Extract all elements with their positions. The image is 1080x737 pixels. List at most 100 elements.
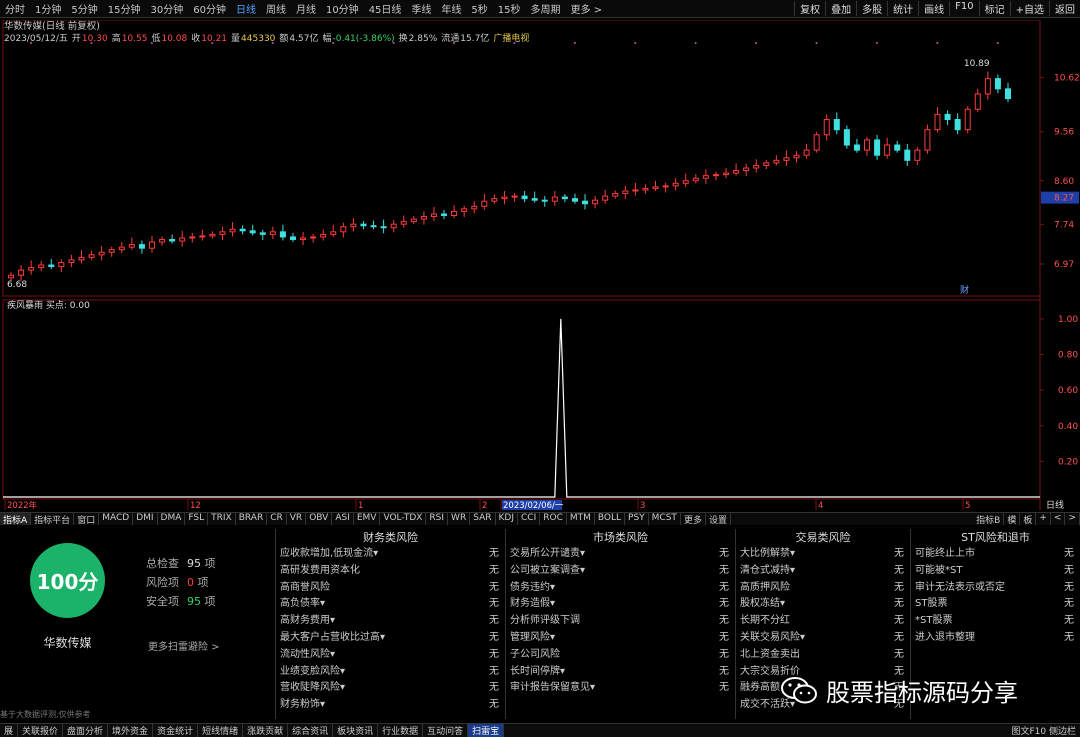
risk-item[interactable]: 交易所公开谴责▾ 无 <box>506 546 735 563</box>
indicator-tab-1[interactable]: 指标平台 <box>31 513 75 526</box>
tool-button-3[interactable]: 统计 <box>887 1 918 16</box>
period-7[interactable]: 周线 <box>261 1 291 16</box>
indicator-tab-13[interactable]: EMV <box>354 513 381 525</box>
indicator-tab-10[interactable]: VR <box>287 513 307 525</box>
footer-tab-4[interactable]: 资金统计 <box>153 724 199 737</box>
indicator-tab-21[interactable]: MTM <box>567 513 595 525</box>
risk-item[interactable]: 高负债率▾ 无 <box>276 596 505 613</box>
period-4[interactable]: 30分钟 <box>145 1 188 16</box>
tool-button-6[interactable]: 标记 <box>978 1 1010 16</box>
period-11[interactable]: 季线 <box>406 1 436 16</box>
risk-item[interactable]: 长期不分红 无 <box>736 613 910 630</box>
indicator-tab-4[interactable]: DMI <box>133 513 158 525</box>
footer-tab-3[interactable]: 境外资金 <box>108 724 154 737</box>
tool-button-7[interactable]: +自选 <box>1009 1 1049 16</box>
period-6[interactable]: 日线 <box>231 1 261 16</box>
indicator-tab-17[interactable]: SAR <box>470 513 496 525</box>
period-8[interactable]: 月线 <box>291 1 321 16</box>
period-16[interactable]: 更多 > <box>566 1 608 16</box>
risk-item[interactable]: 高财务费用▾ 无 <box>276 613 505 630</box>
indicator-tab-3[interactable]: MACD <box>99 513 134 525</box>
indicator-tab-24[interactable]: MCST <box>649 513 681 525</box>
risk-item[interactable]: 财务粉饰▾ 无 <box>276 697 505 714</box>
right-tab-3[interactable]: + <box>1036 513 1051 525</box>
risk-item[interactable]: 公司被立案调查▾ 无 <box>506 563 735 580</box>
period-12[interactable]: 年线 <box>436 1 466 16</box>
chart-area[interactable]: 10.62 9.56 8.60 8.27 7.74 6.97 1.00 0.80 0.60 0.4… <box>0 20 1080 530</box>
footer-tab-11[interactable]: 扫雷宝 <box>468 724 505 737</box>
indicator-tab-16[interactable]: WR <box>448 513 471 525</box>
footer-right[interactable]: 图文F10 侧边栏 <box>1008 724 1080 737</box>
risk-item[interactable]: 分析师评级下调 无 <box>506 613 735 630</box>
indicator-tab-9[interactable]: CR <box>267 513 287 525</box>
period-10[interactable]: 45日线 <box>364 1 407 16</box>
indicator-tab-20[interactable]: ROC <box>540 513 567 525</box>
footer-tab-8[interactable]: 板块资讯 <box>333 724 379 737</box>
risk-item[interactable]: 审计无法表示或否定 无 <box>911 580 1080 597</box>
right-tab-5[interactable]: > <box>1065 513 1080 525</box>
risk-item[interactable]: 最大客户占营收比过高▾ 无 <box>276 630 505 647</box>
risk-item[interactable]: 债务违约▾ 无 <box>506 580 735 597</box>
risk-item[interactable]: 业绩变脸风险▾ 无 <box>276 664 505 681</box>
footer-tab-5[interactable]: 短线情绪 <box>198 724 244 737</box>
indicator-tab-23[interactable]: PSY <box>625 513 649 525</box>
risk-item[interactable]: 流动性风险▾ 无 <box>276 647 505 664</box>
right-tab-0[interactable]: 指标B <box>973 513 1005 526</box>
footer-tab-7[interactable]: 综合资讯 <box>288 724 334 737</box>
indicator-tab-7[interactable]: TRIX <box>208 513 236 525</box>
risk-item[interactable]: 财务造假▾ 无 <box>506 596 735 613</box>
period-5[interactable]: 60分钟 <box>188 1 231 16</box>
indicator-tab-18[interactable]: KDJ <box>496 513 518 525</box>
footer-tab-2[interactable]: 盘面分析 <box>63 724 109 737</box>
tool-button-2[interactable]: 多股 <box>856 1 887 16</box>
footer-tab-0[interactable]: 展 <box>0 724 19 737</box>
more-risk-link[interactable]: 更多扫雷避险 > <box>148 638 220 653</box>
risk-item[interactable]: 高质押风险 无 <box>736 580 910 597</box>
indicator-tab-5[interactable]: DMA <box>158 513 186 525</box>
right-tab-4[interactable]: < <box>1051 513 1066 525</box>
right-tab-2[interactable]: 板 <box>1020 513 1037 526</box>
period-0[interactable]: 分时 <box>0 1 30 16</box>
risk-item[interactable]: 高研发费用资本化 无 <box>276 563 505 580</box>
risk-item[interactable]: 可能被*ST 无 <box>911 563 1080 580</box>
risk-item[interactable]: 可能终止上市 无 <box>911 546 1080 563</box>
right-tab-1[interactable]: 模 <box>1004 513 1021 526</box>
risk-item[interactable]: 高商誉风险 无 <box>276 580 505 597</box>
period-14[interactable]: 15秒 <box>493 1 526 16</box>
tool-button-5[interactable]: F10 <box>949 1 978 16</box>
indicator-tab-14[interactable]: VOL-TDX <box>380 513 427 525</box>
footer-tab-1[interactable]: 关联报价 <box>18 724 64 737</box>
footer-tab-9[interactable]: 行业数据 <box>378 724 424 737</box>
period-13[interactable]: 5秒 <box>466 1 492 16</box>
indicator-tab-15[interactable]: RSI <box>426 513 449 525</box>
period-15[interactable]: 多周期 <box>526 1 566 16</box>
period-9[interactable]: 10分钟 <box>321 1 364 16</box>
risk-item[interactable]: 股权冻结▾ 无 <box>736 596 910 613</box>
risk-item[interactable]: 审计报告保留意见▾ 无 <box>506 680 735 697</box>
risk-item[interactable]: 进入退市整理 无 <box>911 630 1080 647</box>
indicator-tab-0[interactable]: 指标A <box>0 513 32 526</box>
risk-item[interactable]: 子公司风险 无 <box>506 647 735 664</box>
indicator-tab-22[interactable]: BOLL <box>595 513 626 525</box>
risk-item[interactable]: 营收陡降风险▾ 无 <box>276 680 505 697</box>
period-2[interactable]: 5分钟 <box>66 1 102 16</box>
indicator-tab-6[interactable]: FSL <box>185 513 209 525</box>
risk-item[interactable]: *ST股票 无 <box>911 613 1080 630</box>
footer-tab-10[interactable]: 互动问答 <box>423 724 469 737</box>
period-1[interactable]: 1分钟 <box>30 1 66 16</box>
indicator-tab-25[interactable]: 更多 <box>681 513 706 526</box>
risk-item[interactable]: 大比例解禁▾ 无 <box>736 546 910 563</box>
tool-button-8[interactable]: 返回 <box>1049 1 1080 16</box>
footer-tab-6[interactable]: 涨跌贡献 <box>243 724 289 737</box>
tool-button-4[interactable]: 画线 <box>918 1 949 16</box>
risk-item[interactable]: 长时间停牌▾ 无 <box>506 664 735 681</box>
risk-item[interactable]: ST股票 无 <box>911 596 1080 613</box>
tool-button-0[interactable]: 复权 <box>794 1 825 16</box>
indicator-tab-12[interactable]: ASI <box>332 513 354 525</box>
risk-item[interactable]: 清仓式减持▾ 无 <box>736 563 910 580</box>
indicator-tab-26[interactable]: 设置 <box>706 513 731 526</box>
indicator-tab-2[interactable]: 窗口 <box>74 513 100 526</box>
tool-button-1[interactable]: 叠加 <box>825 1 856 16</box>
indicator-tab-8[interactable]: BRAR <box>236 513 268 525</box>
risk-item[interactable]: 关联交易风险▾ 无 <box>736 630 910 647</box>
